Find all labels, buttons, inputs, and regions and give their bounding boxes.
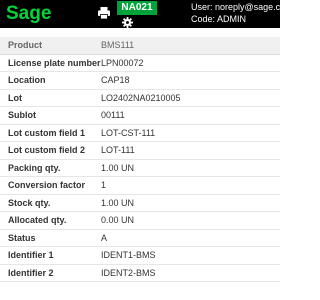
detail-label: Status	[8, 232, 36, 243]
user-code: Code: ADMIN	[191, 14, 247, 24]
detail-value: CAP18	[101, 75, 130, 86]
detail-value: LOT-111	[101, 145, 135, 156]
detail-row-status: Status A	[0, 230, 280, 247]
detail-row-lot-custom-2: Lot custom field 2 LOT-111	[0, 142, 280, 160]
detail-value: 0.00 UN	[101, 215, 135, 226]
detail-row-sublot: Sublot 00111	[0, 107, 280, 125]
detail-row-location: Location CAP18	[0, 72, 280, 90]
detail-value: LOT-CST-111	[101, 127, 156, 138]
detail-label: Stock qty.	[8, 197, 51, 208]
detail-value: LPN00072	[101, 57, 144, 68]
detail-label: Identifier 2	[8, 267, 54, 278]
detail-value: 1.00 UN	[101, 197, 135, 208]
detail-value: 1.00 UN	[101, 162, 135, 173]
gear-icon[interactable]	[122, 17, 133, 28]
detail-label: Lot	[8, 92, 22, 103]
detail-label: License plate number	[8, 57, 101, 68]
detail-row-packing-qty: Packing qty. 1.00 UN	[0, 160, 280, 177]
user-info: User: noreply@sage.com Code: ADMIN	[191, 1, 293, 25]
detail-value: BMS111	[101, 40, 135, 51]
details-list: Product BMS111 License plate number LPN0…	[0, 37, 280, 282]
detail-label: Sublot	[8, 110, 36, 121]
detail-label: Lot custom field 2	[8, 145, 86, 156]
detail-label: Product	[8, 40, 43, 51]
printer-icon[interactable]	[97, 6, 111, 20]
detail-row-license-plate: License plate number LPN00072	[0, 55, 280, 72]
detail-value: IDENT1-BMS	[101, 250, 156, 261]
detail-label: Location	[8, 75, 46, 86]
detail-value: 1	[101, 180, 107, 191]
detail-row-conversion-factor: Conversion factor 1	[0, 177, 280, 195]
detail-row-lot-custom-1: Lot custom field 1 LOT-CST-111	[0, 125, 280, 142]
detail-label: Allocated qty.	[8, 215, 67, 226]
detail-row-product: Product BMS111	[0, 37, 280, 55]
detail-value: LO2402NA0210005	[101, 92, 181, 103]
detail-label: Packing qty.	[8, 162, 61, 173]
detail-row-identifier-2: Identifier 2 IDENT2-BMS	[0, 265, 280, 282]
detail-value: A	[101, 232, 108, 243]
detail-row-stock-qty: Stock qty. 1.00 UN	[0, 195, 280, 212]
detail-value: IDENT2-BMS	[101, 267, 156, 278]
detail-row-lot: Lot LO2402NA0210005	[0, 90, 280, 107]
detail-row-identifier-1: Identifier 1 IDENT1-BMS	[0, 247, 280, 265]
detail-value: 00111	[101, 110, 125, 121]
site-badge[interactable]: NA021	[117, 1, 157, 15]
detail-label: Lot custom field 1	[8, 127, 86, 138]
top-bar: Sage NA021 User: noreply@sage.com Code: …	[0, 0, 293, 28]
user-email: User: noreply@sage.com	[191, 2, 293, 12]
sage-logo[interactable]: Sage	[6, 2, 51, 26]
detail-label: Conversion factor	[8, 180, 86, 191]
detail-label: Identifier 1	[8, 250, 54, 261]
detail-row-allocated-qty: Allocated qty. 0.00 UN	[0, 212, 280, 230]
